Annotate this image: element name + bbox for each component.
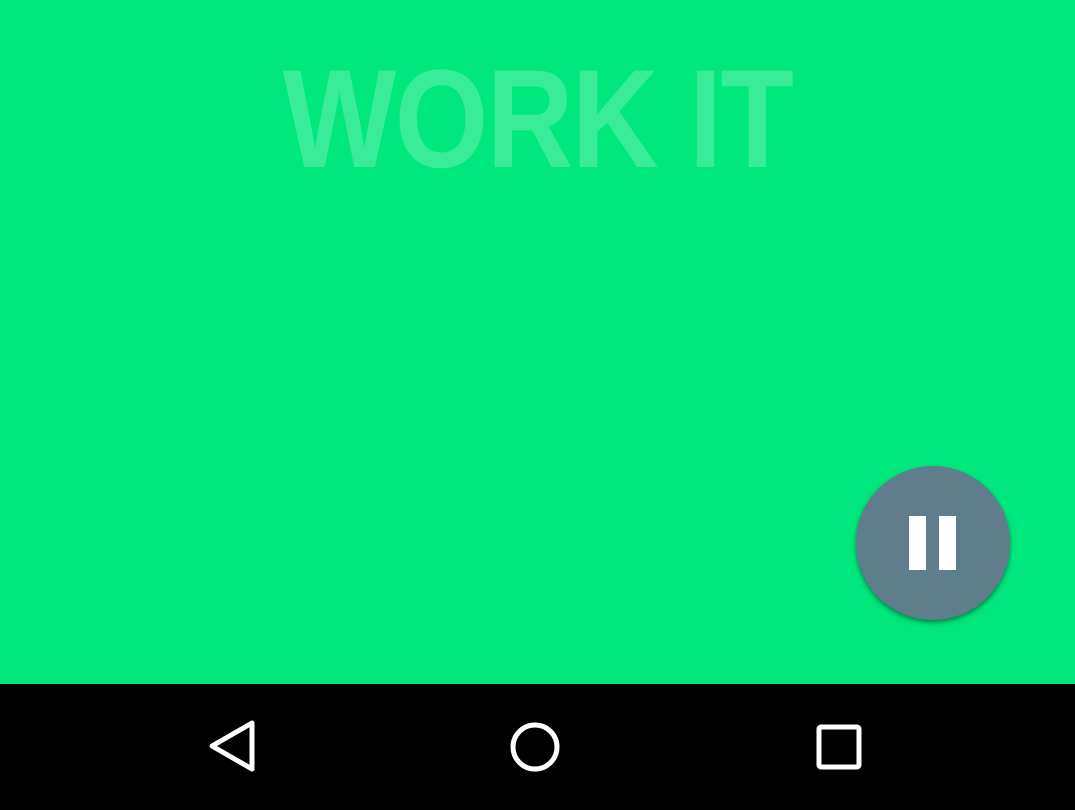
home-button[interactable] bbox=[490, 702, 580, 792]
system-navigation-bar bbox=[0, 684, 1075, 810]
recents-button[interactable] bbox=[794, 702, 884, 792]
app-screen: WORK IT bbox=[0, 0, 1075, 810]
workout-screen: WORK IT bbox=[0, 0, 1075, 684]
back-triangle-icon bbox=[209, 720, 255, 772]
back-button[interactable] bbox=[188, 702, 278, 792]
pause-button[interactable] bbox=[856, 466, 1010, 620]
pause-icon-bar-left bbox=[909, 516, 926, 570]
workout-title: WORK IT bbox=[282, 40, 794, 197]
home-circle-icon bbox=[510, 722, 560, 772]
pause-icon-bar-right bbox=[939, 516, 956, 570]
recents-square-icon bbox=[816, 724, 862, 770]
